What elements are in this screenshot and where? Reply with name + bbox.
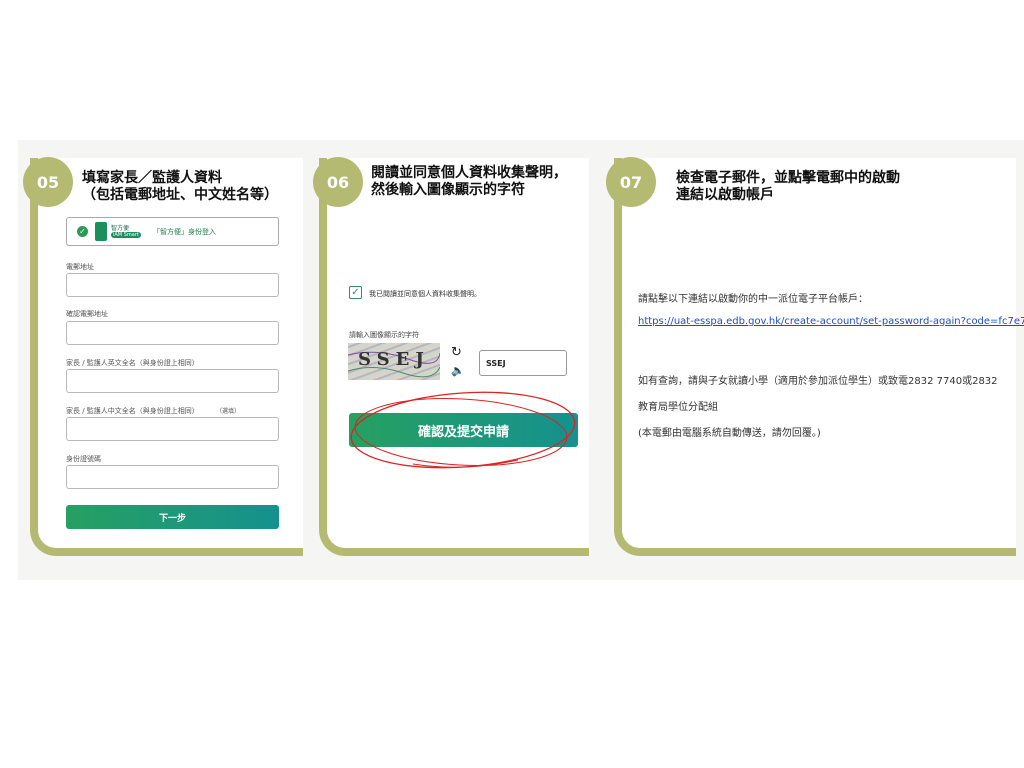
check-icon: ✓	[77, 226, 88, 237]
chinese-name-label: 家長 / 監護人中文全名（與身份證上相同）	[66, 407, 199, 415]
iamsmart-link[interactable]: 「智方便」身份登入	[153, 227, 216, 237]
id-number-label: 身份證號碼	[66, 455, 101, 463]
id-number-field[interactable]	[66, 465, 279, 489]
captcha-image-text: SSEJ	[358, 349, 430, 370]
step-05-title: 填寫家長／監護人資料 （包括電郵地址、中文姓名等）	[82, 170, 278, 204]
step-07-title-line1: 檢查電子郵件，並點擊電郵中的啟動	[676, 170, 900, 186]
step-07-panel	[614, 158, 1016, 556]
email-field[interactable]	[66, 273, 279, 297]
step-06-title-line1: 閱讀並同意個人資料收集聲明，	[371, 165, 567, 181]
highlight-circle	[350, 391, 576, 469]
step-06-badge: 06	[313, 157, 363, 207]
english-name-field[interactable]	[66, 369, 279, 393]
email-label: 電郵地址	[66, 263, 94, 271]
captcha-input[interactable]: SSEJ	[479, 350, 567, 376]
iamsmart-login-button[interactable]: ✓ 智方便 iAM Smart 「智方便」身份登入	[66, 217, 279, 246]
consent-checkbox[interactable]: ✓	[349, 286, 362, 299]
confirm-email-label: 確認電郵地址	[66, 310, 108, 318]
step-06-title-line2: 然後輸入圖像顯示的字符	[371, 182, 525, 198]
next-step-button[interactable]: 下一步	[66, 505, 279, 529]
step-07-title-line2: 連結以啟動帳戶	[676, 187, 774, 203]
english-name-label: 家長 / 監護人英文全名（與身份證上相同）	[66, 359, 199, 367]
step-05-title-line2: （包括電郵地址、中文姓名等）	[82, 187, 278, 203]
iamsmart-logo-text: 智方便	[111, 225, 130, 232]
email-body-line4: (本電郵由電腦系統自動傳送，請勿回覆。)	[638, 428, 821, 439]
confirm-email-field[interactable]	[66, 321, 279, 345]
step-05-badge: 05	[23, 157, 73, 207]
iamsmart-logo-icon	[95, 222, 107, 241]
consent-label: 我已閱讀並同意個人資料收集聲明。	[369, 290, 481, 298]
email-body-line3: 教育局學位分配組	[638, 402, 718, 413]
refresh-icon[interactable]: ↻	[451, 345, 462, 360]
captcha-image: SSEJ	[348, 343, 440, 380]
captcha-prompt: 請輸入圖像顯示的字符	[349, 331, 419, 339]
chinese-name-optional-note: （選填）	[216, 408, 241, 415]
activation-link[interactable]: https://uat-esspa.edb.gov.hk/create-acco…	[638, 316, 1024, 327]
step-06-title: 閱讀並同意個人資料收集聲明， 然後輸入圖像顯示的字符	[371, 165, 567, 199]
audio-icon[interactable]: 🔈	[451, 364, 465, 377]
chinese-name-field[interactable]	[66, 417, 279, 441]
email-body-line2: 如有查詢，請與子女就讀小學（適用於參加派位學生）或致電2832 7740或283…	[638, 376, 998, 387]
step-07-badge: 07	[606, 157, 656, 207]
step-07-title: 檢查電子郵件，並點擊電郵中的啟動 連結以啟動帳戶	[676, 170, 900, 204]
step-05-title-line1: 填寫家長／監護人資料	[82, 170, 222, 186]
captcha-input-value: SSEJ	[486, 359, 506, 368]
iamsmart-logo-sub: iAM Smart	[111, 232, 141, 238]
email-body-line1: 請點擊以下連結以啟動你的中一派位電子平台帳戶：	[638, 294, 868, 305]
